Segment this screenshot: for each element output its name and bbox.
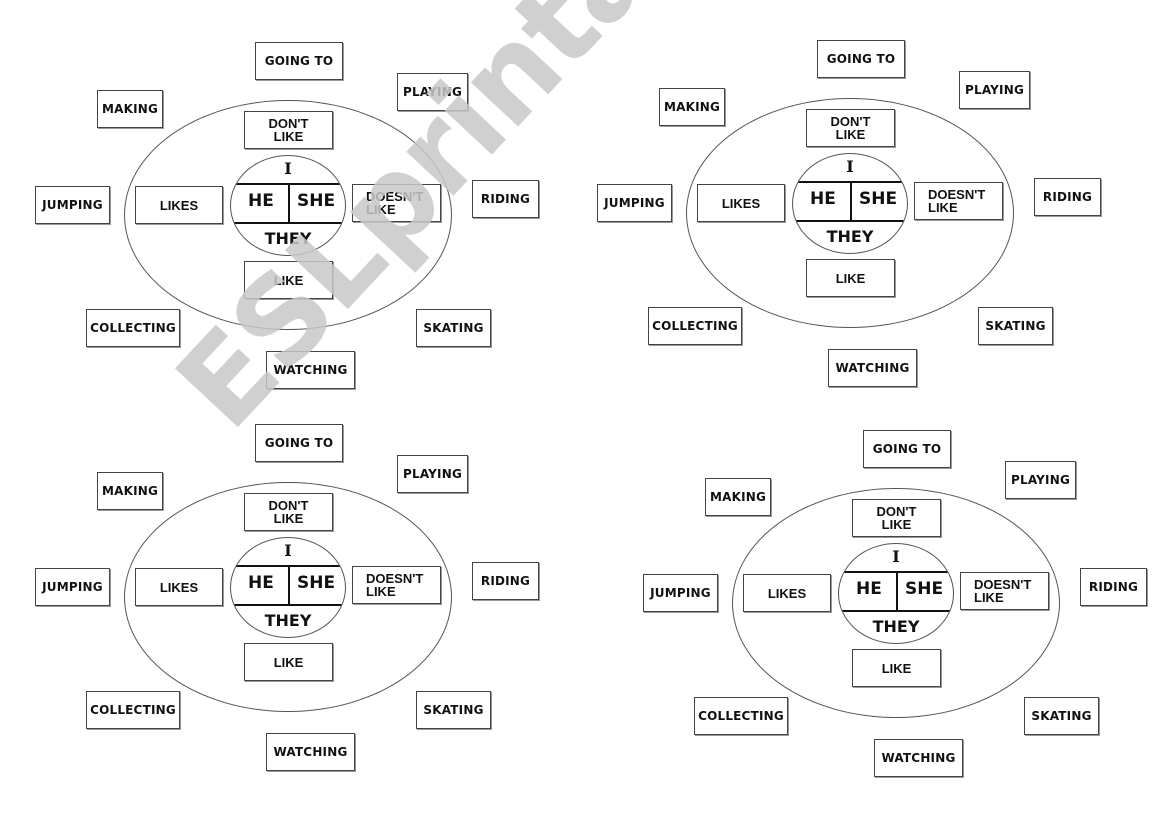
box-riding: RIDING [472, 180, 539, 218]
box-jumping: JUMPING [35, 568, 110, 606]
box-going-to: GOING TO [863, 430, 951, 468]
pronoun-i: I [284, 159, 292, 178]
box-going-to: GOING TO [255, 42, 343, 80]
pronoun-she: SHE [297, 191, 336, 211]
box-like: LIKE [244, 643, 333, 681]
box-dont-like: DON'T LIKE [244, 111, 333, 149]
box-playing: PLAYING [1005, 461, 1076, 499]
pronoun-he: HE [248, 573, 274, 593]
box-likes: LIKES [743, 574, 831, 612]
pronoun-he: HE [810, 189, 836, 209]
pronoun-they: THEY [264, 229, 312, 248]
divider-line [850, 181, 852, 221]
box-jumping: JUMPING [35, 186, 110, 224]
diagram-3: I HE SHE THEY DON'T LIKE LIKES DOESN'T L… [0, 382, 560, 772]
pronoun-circle: I HE SHE THEY [792, 153, 908, 254]
box-skating: SKATING [978, 307, 1053, 345]
pronoun-i: I [284, 541, 292, 560]
box-collecting: COLLECTING [86, 309, 180, 347]
box-doesnt-like: DOESN'T LIKE [352, 566, 441, 604]
box-watching: WATCHING [828, 349, 917, 387]
box-playing: PLAYING [397, 73, 468, 111]
pronoun-they: THEY [826, 227, 874, 246]
pronoun-they: THEY [872, 617, 920, 636]
divider-line [288, 183, 290, 223]
box-making: MAKING [97, 90, 163, 128]
diagram-1: I HE SHE THEY DON'T LIKE LIKES DOESN'T L… [0, 0, 560, 390]
box-dont-like: DON'T LIKE [806, 109, 895, 147]
divider-line [288, 565, 290, 605]
box-going-to: GOING TO [817, 40, 905, 78]
box-collecting: COLLECTING [86, 691, 180, 729]
box-collecting: COLLECTING [694, 697, 788, 735]
box-likes: LIKES [135, 186, 223, 224]
box-playing: PLAYING [397, 455, 468, 493]
diagram-4: I HE SHE THEY DON'T LIKE LIKES DOESN'T L… [608, 388, 1168, 778]
box-going-to: GOING TO [255, 424, 343, 462]
box-watching: WATCHING [874, 739, 963, 777]
pronoun-i: I [892, 547, 900, 566]
box-doesnt-like: DOESN'T LIKE [352, 184, 441, 222]
divider-line [896, 571, 898, 611]
box-like: LIKE [244, 261, 333, 299]
pronoun-he: HE [856, 579, 882, 599]
box-playing: PLAYING [959, 71, 1030, 109]
box-jumping: JUMPING [597, 184, 672, 222]
box-watching: WATCHING [266, 733, 355, 771]
pronoun-she: SHE [859, 189, 898, 209]
box-riding: RIDING [472, 562, 539, 600]
pronoun-she: SHE [905, 579, 944, 599]
box-likes: LIKES [697, 184, 785, 222]
pronoun-they: THEY [264, 611, 312, 630]
box-skating: SKATING [416, 309, 491, 347]
pronoun-circle: I HE SHE THEY [230, 537, 346, 638]
box-skating: SKATING [416, 691, 491, 729]
box-likes: LIKES [135, 568, 223, 606]
pronoun-she: SHE [297, 573, 336, 593]
box-like: LIKE [852, 649, 941, 687]
pronoun-circle: I HE SHE THEY [838, 543, 954, 644]
pronoun-circle: I HE SHE THEY [230, 155, 346, 256]
box-doesnt-like: DOESN'T LIKE [960, 572, 1049, 610]
box-like: LIKE [806, 259, 895, 297]
box-collecting: COLLECTING [648, 307, 742, 345]
box-skating: SKATING [1024, 697, 1099, 735]
box-dont-like: DON'T LIKE [244, 493, 333, 531]
box-dont-like: DON'T LIKE [852, 499, 941, 537]
diagram-2: I HE SHE THEY DON'T LIKE LIKES DOESN'T L… [562, 0, 1122, 388]
box-doesnt-like: DOESN'T LIKE [914, 182, 1003, 220]
box-making: MAKING [659, 88, 725, 126]
box-riding: RIDING [1034, 178, 1101, 216]
box-making: MAKING [705, 478, 771, 516]
box-making: MAKING [97, 472, 163, 510]
box-jumping: JUMPING [643, 574, 718, 612]
box-riding: RIDING [1080, 568, 1147, 606]
pronoun-he: HE [248, 191, 274, 211]
pronoun-i: I [846, 157, 854, 176]
